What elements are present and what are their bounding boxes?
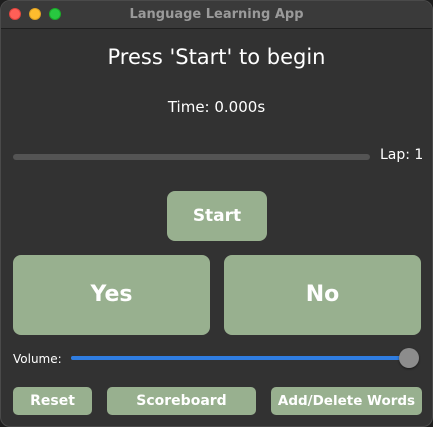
- volume-slider[interactable]: [71, 348, 419, 368]
- timer-display: Time: 0.000s: [167, 98, 266, 116]
- yes-button[interactable]: Yes: [13, 255, 210, 335]
- prompt-text: Press 'Start' to begin: [107, 45, 326, 69]
- reset-button[interactable]: Reset: [13, 387, 92, 415]
- no-button[interactable]: No: [224, 255, 421, 335]
- title-bar[interactable]: Language Learning App: [1, 1, 432, 29]
- window-title: Language Learning App: [129, 7, 304, 22]
- add-delete-words-button[interactable]: Add/Delete Words: [271, 387, 422, 415]
- app-window: Language Learning App Press 'Start' to b…: [0, 0, 433, 427]
- volume-slider-fill: [71, 356, 409, 360]
- lap-counter: Lap: 1: [380, 147, 424, 163]
- volume-slider-thumb[interactable]: [399, 348, 419, 368]
- volume-label: Volume:: [13, 352, 62, 366]
- lap-progress-bar: [13, 154, 370, 160]
- scoreboard-button[interactable]: Scoreboard: [107, 387, 256, 415]
- start-button[interactable]: Start: [167, 191, 267, 241]
